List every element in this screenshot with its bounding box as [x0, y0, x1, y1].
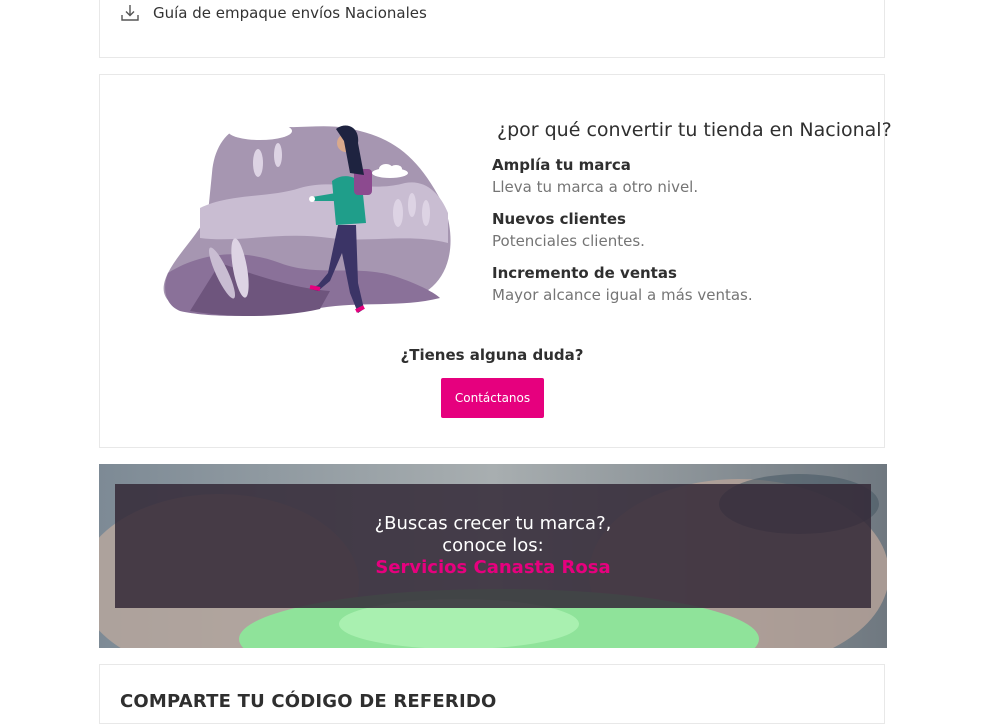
referral-card: COMPARTE TU CÓDIGO DE REFERIDO: [99, 664, 885, 724]
benefit-item: Incremento de ventas Mayor alcance igual…: [492, 263, 753, 306]
question-text: ¿Tienes alguna duda?: [400, 346, 584, 364]
benefit-description: Potenciales clientes.: [492, 232, 645, 250]
services-link[interactable]: Servicios Canasta Rosa: [375, 557, 610, 579]
benefit-description: Mayor alcance igual a más ventas.: [492, 286, 753, 304]
hiker-illustration: [163, 116, 451, 317]
benefit-title: Amplía tu marca: [492, 156, 631, 174]
benefit-description: Lleva tu marca a otro nivel.: [492, 178, 699, 196]
benefit-title: Nuevos clientes: [492, 210, 626, 228]
download-card: Guía de empaque envíos Nacionales: [99, 0, 885, 58]
services-banner: ¿Buscas crecer tu marca?, conoce los: Se…: [99, 464, 887, 648]
banner-overlay: ¿Buscas crecer tu marca?, conoce los: Se…: [115, 484, 871, 608]
national-store-card: ¿por qué convertir tu tienda en Nacional…: [99, 74, 892, 448]
referral-title: COMPARTE TU CÓDIGO DE REFERIDO: [120, 691, 497, 712]
download-icon: [121, 5, 139, 21]
contact-button[interactable]: Contáctanos: [441, 378, 544, 418]
benefit-title: Incremento de ventas: [492, 264, 677, 282]
packaging-guide-label: Guía de empaque envíos Nacionales: [153, 4, 427, 22]
banner-headline: ¿Buscas crecer tu marca?,: [374, 513, 612, 534]
info-heading: ¿por qué convertir tu tienda en Nacional…: [497, 119, 892, 141]
packaging-guide-link[interactable]: Guía de empaque envíos Nacionales: [120, 3, 427, 23]
benefit-item: Nuevos clientes Potenciales clientes.: [492, 209, 645, 252]
banner-subline: conoce los:: [442, 535, 544, 556]
benefit-item: Amplía tu marca Lleva tu marca a otro ni…: [492, 155, 698, 198]
